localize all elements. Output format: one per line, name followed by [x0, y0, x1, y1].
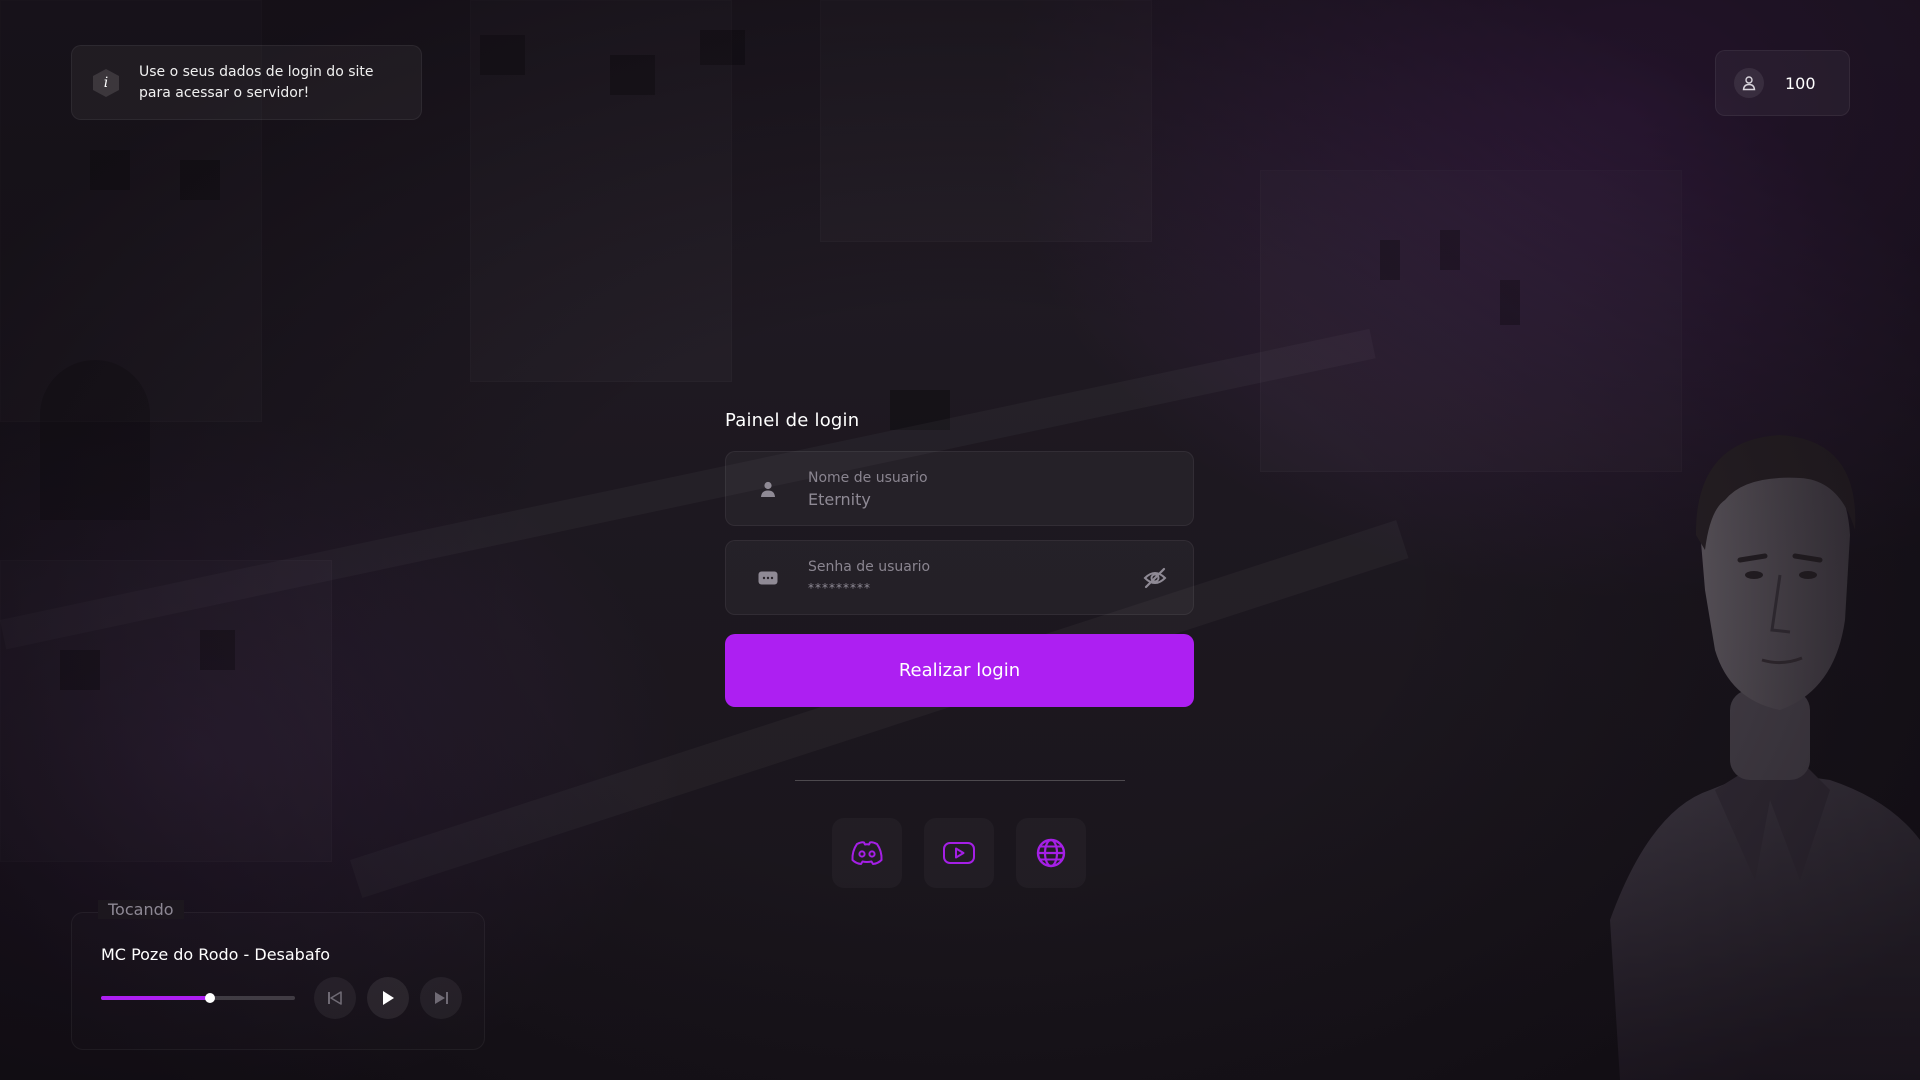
youtube-button[interactable]	[924, 818, 994, 888]
skip-previous-icon	[328, 991, 342, 1005]
next-button[interactable]	[420, 977, 462, 1019]
progress-handle[interactable]	[204, 993, 215, 1003]
players-count: 100	[1785, 73, 1816, 93]
info-message: Use o seus dados de login do site para a…	[139, 63, 374, 101]
username-label: Nome de usuario	[808, 470, 928, 486]
user-icon	[758, 478, 778, 500]
discord-button[interactable]	[832, 818, 902, 888]
play-icon	[383, 991, 394, 1005]
website-button[interactable]	[1016, 818, 1086, 888]
password-field[interactable]: Senha de usuario	[725, 540, 1194, 615]
previous-button[interactable]	[314, 977, 356, 1019]
password-input[interactable]	[808, 581, 1128, 595]
info-toast: i Use o seus dados de login do site para…	[71, 45, 422, 120]
play-button[interactable]	[367, 977, 409, 1019]
eye-off-icon[interactable]	[1143, 567, 1167, 589]
track-title: MC Poze do Rodo - Desabafo	[101, 945, 331, 964]
password-label: Senha de usuario	[808, 559, 931, 575]
skip-next-icon	[435, 992, 448, 1004]
globe-icon	[1036, 838, 1066, 868]
players-online-counter: 100	[1715, 50, 1850, 116]
login-button[interactable]: Realizar login	[725, 634, 1194, 707]
divider	[795, 780, 1125, 781]
progress-fill	[101, 996, 210, 1000]
discord-icon	[851, 841, 883, 865]
progress-bar[interactable]	[101, 993, 295, 1003]
music-player: Tocando MC Poze do Rodo - Desabafo	[71, 900, 485, 1050]
login-panel-title: Painel de login	[725, 410, 860, 431]
youtube-icon	[943, 842, 975, 864]
info-badge-letter: i	[103, 74, 109, 91]
password-dots-icon	[758, 567, 778, 589]
now-playing-label: Tocando	[98, 900, 184, 919]
username-input[interactable]	[808, 490, 1128, 509]
user-icon	[1734, 68, 1764, 98]
username-field[interactable]: Nome de usuario	[725, 451, 1194, 526]
info-icon: i	[92, 68, 120, 98]
